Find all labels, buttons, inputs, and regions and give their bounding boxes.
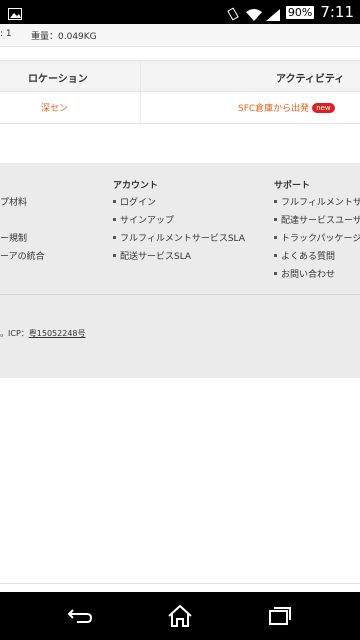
footer-support-title: サポート bbox=[274, 181, 311, 191]
home-icon bbox=[168, 604, 192, 627]
footer-support-list: フルフィルメントサ 配達サービスユーザ トラックパッケージ よくある質問 お問い… bbox=[274, 197, 360, 287]
shipment-info-strip: : 1 重量：0.049KG bbox=[0, 24, 360, 47]
battery-icon: 90% bbox=[285, 5, 315, 19]
wifi-icon bbox=[245, 6, 262, 21]
footer-account-list: ログイン サインアップ フルフィルメントサービスSLA 配送サービスSLA bbox=[113, 197, 245, 269]
quantity-text: : 1 bbox=[0, 29, 12, 39]
clock: 7:11 bbox=[320, 3, 354, 21]
activity-cell: SFC倉庫から出発 new bbox=[238, 101, 335, 114]
activity-column-header: アクティビティ bbox=[276, 74, 345, 85]
contact-link[interactable]: お問い合わせ bbox=[274, 269, 360, 287]
icp-link[interactable]: 粤15052248号 bbox=[29, 329, 86, 338]
fulfillment-service-link[interactable]: フルフィルメントサ bbox=[274, 197, 360, 215]
signup-link[interactable]: サインアップ bbox=[113, 215, 245, 233]
icp-license: 。ICP：粤15052248号 bbox=[0, 329, 86, 338]
vibrate-icon bbox=[226, 6, 240, 21]
login-link[interactable]: ログイン bbox=[113, 197, 245, 215]
activity-text: SFC倉庫から出発 bbox=[238, 104, 310, 114]
status-bar: 90% 7:11 bbox=[0, 0, 360, 24]
footer-link[interactable]: ー規制 bbox=[0, 233, 45, 251]
footer-account-title: アカウント bbox=[113, 181, 159, 191]
recent-apps-button[interactable] bbox=[220, 592, 340, 640]
page-bottom-divider bbox=[0, 583, 360, 584]
footer-column-1: プ材料 ー規制 ーアの統合 bbox=[0, 197, 45, 269]
table-row: 深セン SFC倉庫から出発 new bbox=[0, 91, 360, 124]
footer-link[interactable]: プ材料 bbox=[0, 197, 45, 215]
weight-text: 重量：0.049KG bbox=[31, 32, 97, 42]
delivery-service-user-link[interactable]: 配達サービスユーザ bbox=[274, 215, 360, 233]
footer-link[interactable]: ーアの統合 bbox=[0, 251, 45, 269]
new-badge: new bbox=[312, 103, 335, 113]
track-package-link[interactable]: トラックパッケージ bbox=[274, 233, 360, 251]
signal-icon bbox=[265, 6, 280, 21]
footer-divider bbox=[0, 294, 360, 295]
fulfillment-sla-link[interactable]: フルフィルメントサービスSLA bbox=[113, 233, 245, 251]
site-footer: プ材料 ー規制 ーアの統合 アカウント ログイン サインアップ フルフィルメント… bbox=[0, 163, 360, 378]
navigation-bar bbox=[0, 592, 360, 640]
recent-apps-icon bbox=[269, 607, 291, 625]
back-icon bbox=[67, 609, 93, 623]
shipping-sla-link[interactable]: 配送サービスSLA bbox=[113, 251, 245, 269]
image-icon bbox=[8, 5, 22, 24]
tracking-table-header: ロケーション アクティビティ bbox=[0, 60, 360, 92]
location-cell: 深セン bbox=[41, 104, 69, 114]
location-column-header: ロケーション bbox=[28, 74, 88, 85]
faq-link[interactable]: よくある質問 bbox=[274, 251, 360, 269]
